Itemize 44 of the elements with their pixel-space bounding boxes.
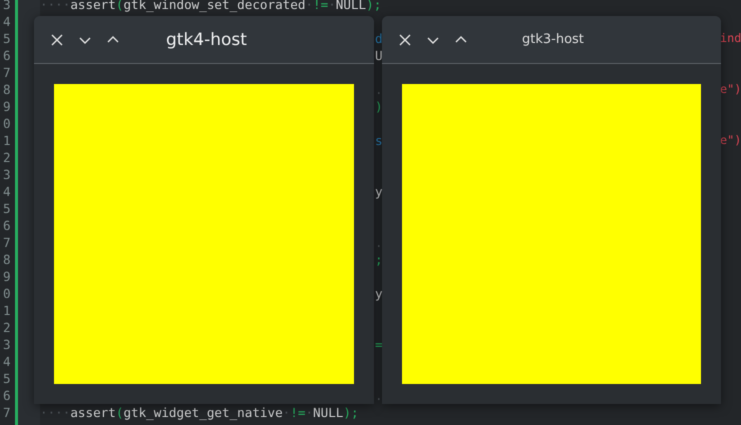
- code-fragment: =: [375, 336, 383, 353]
- code-line: ····assert(gtk_widget_get_native·!=·NULL);: [40, 405, 359, 420]
- code-fragment: ): [375, 98, 383, 115]
- line-number: 1: [2, 302, 12, 319]
- line-number: 3: [2, 336, 12, 353]
- line-number: 8: [2, 251, 12, 268]
- window-title: gtk4-host: [166, 30, 247, 50]
- line-number: 4: [2, 183, 12, 200]
- code-fragment: .: [375, 234, 383, 251]
- line-number: 7: [2, 234, 12, 251]
- code-fragment: d: [375, 30, 383, 47]
- line-number: 2: [2, 319, 12, 336]
- line-number: 0: [2, 285, 12, 302]
- line-number: 1: [2, 132, 12, 149]
- code-fragment: U: [375, 47, 383, 64]
- code-fragment: .: [375, 387, 383, 404]
- code-fragment: .: [375, 81, 383, 98]
- code-fragment: y: [375, 183, 383, 200]
- line-number: 5: [2, 200, 12, 217]
- line-number: 6: [2, 217, 12, 234]
- line-number: 7: [2, 404, 12, 421]
- line-number: 3: [2, 166, 12, 183]
- code-fragment: ;: [375, 251, 383, 268]
- code-fragment: ind: [720, 30, 741, 47]
- line-number: 6: [2, 387, 12, 404]
- line-number: 4: [2, 353, 12, 370]
- line-number: 5: [2, 30, 12, 47]
- window-title: gtk3-host: [522, 32, 584, 47]
- line-number: 5: [2, 370, 12, 387]
- code-fragment: y: [375, 285, 383, 302]
- close-icon[interactable]: [398, 32, 412, 46]
- code-fragment: s: [375, 132, 383, 149]
- line-number: 4: [2, 13, 12, 30]
- line-number: 2: [2, 149, 12, 166]
- close-icon[interactable]: [50, 32, 64, 46]
- line-number: 9: [2, 98, 12, 115]
- line-number: 3: [2, 0, 12, 13]
- line-number: 9: [2, 268, 12, 285]
- line-number: 8: [2, 81, 12, 98]
- code-fragment: e"): [720, 81, 741, 98]
- line-number: 7: [2, 64, 12, 81]
- code-fragment: e"): [720, 132, 741, 149]
- line-number: 6: [2, 47, 12, 64]
- line-number: 0: [2, 115, 12, 132]
